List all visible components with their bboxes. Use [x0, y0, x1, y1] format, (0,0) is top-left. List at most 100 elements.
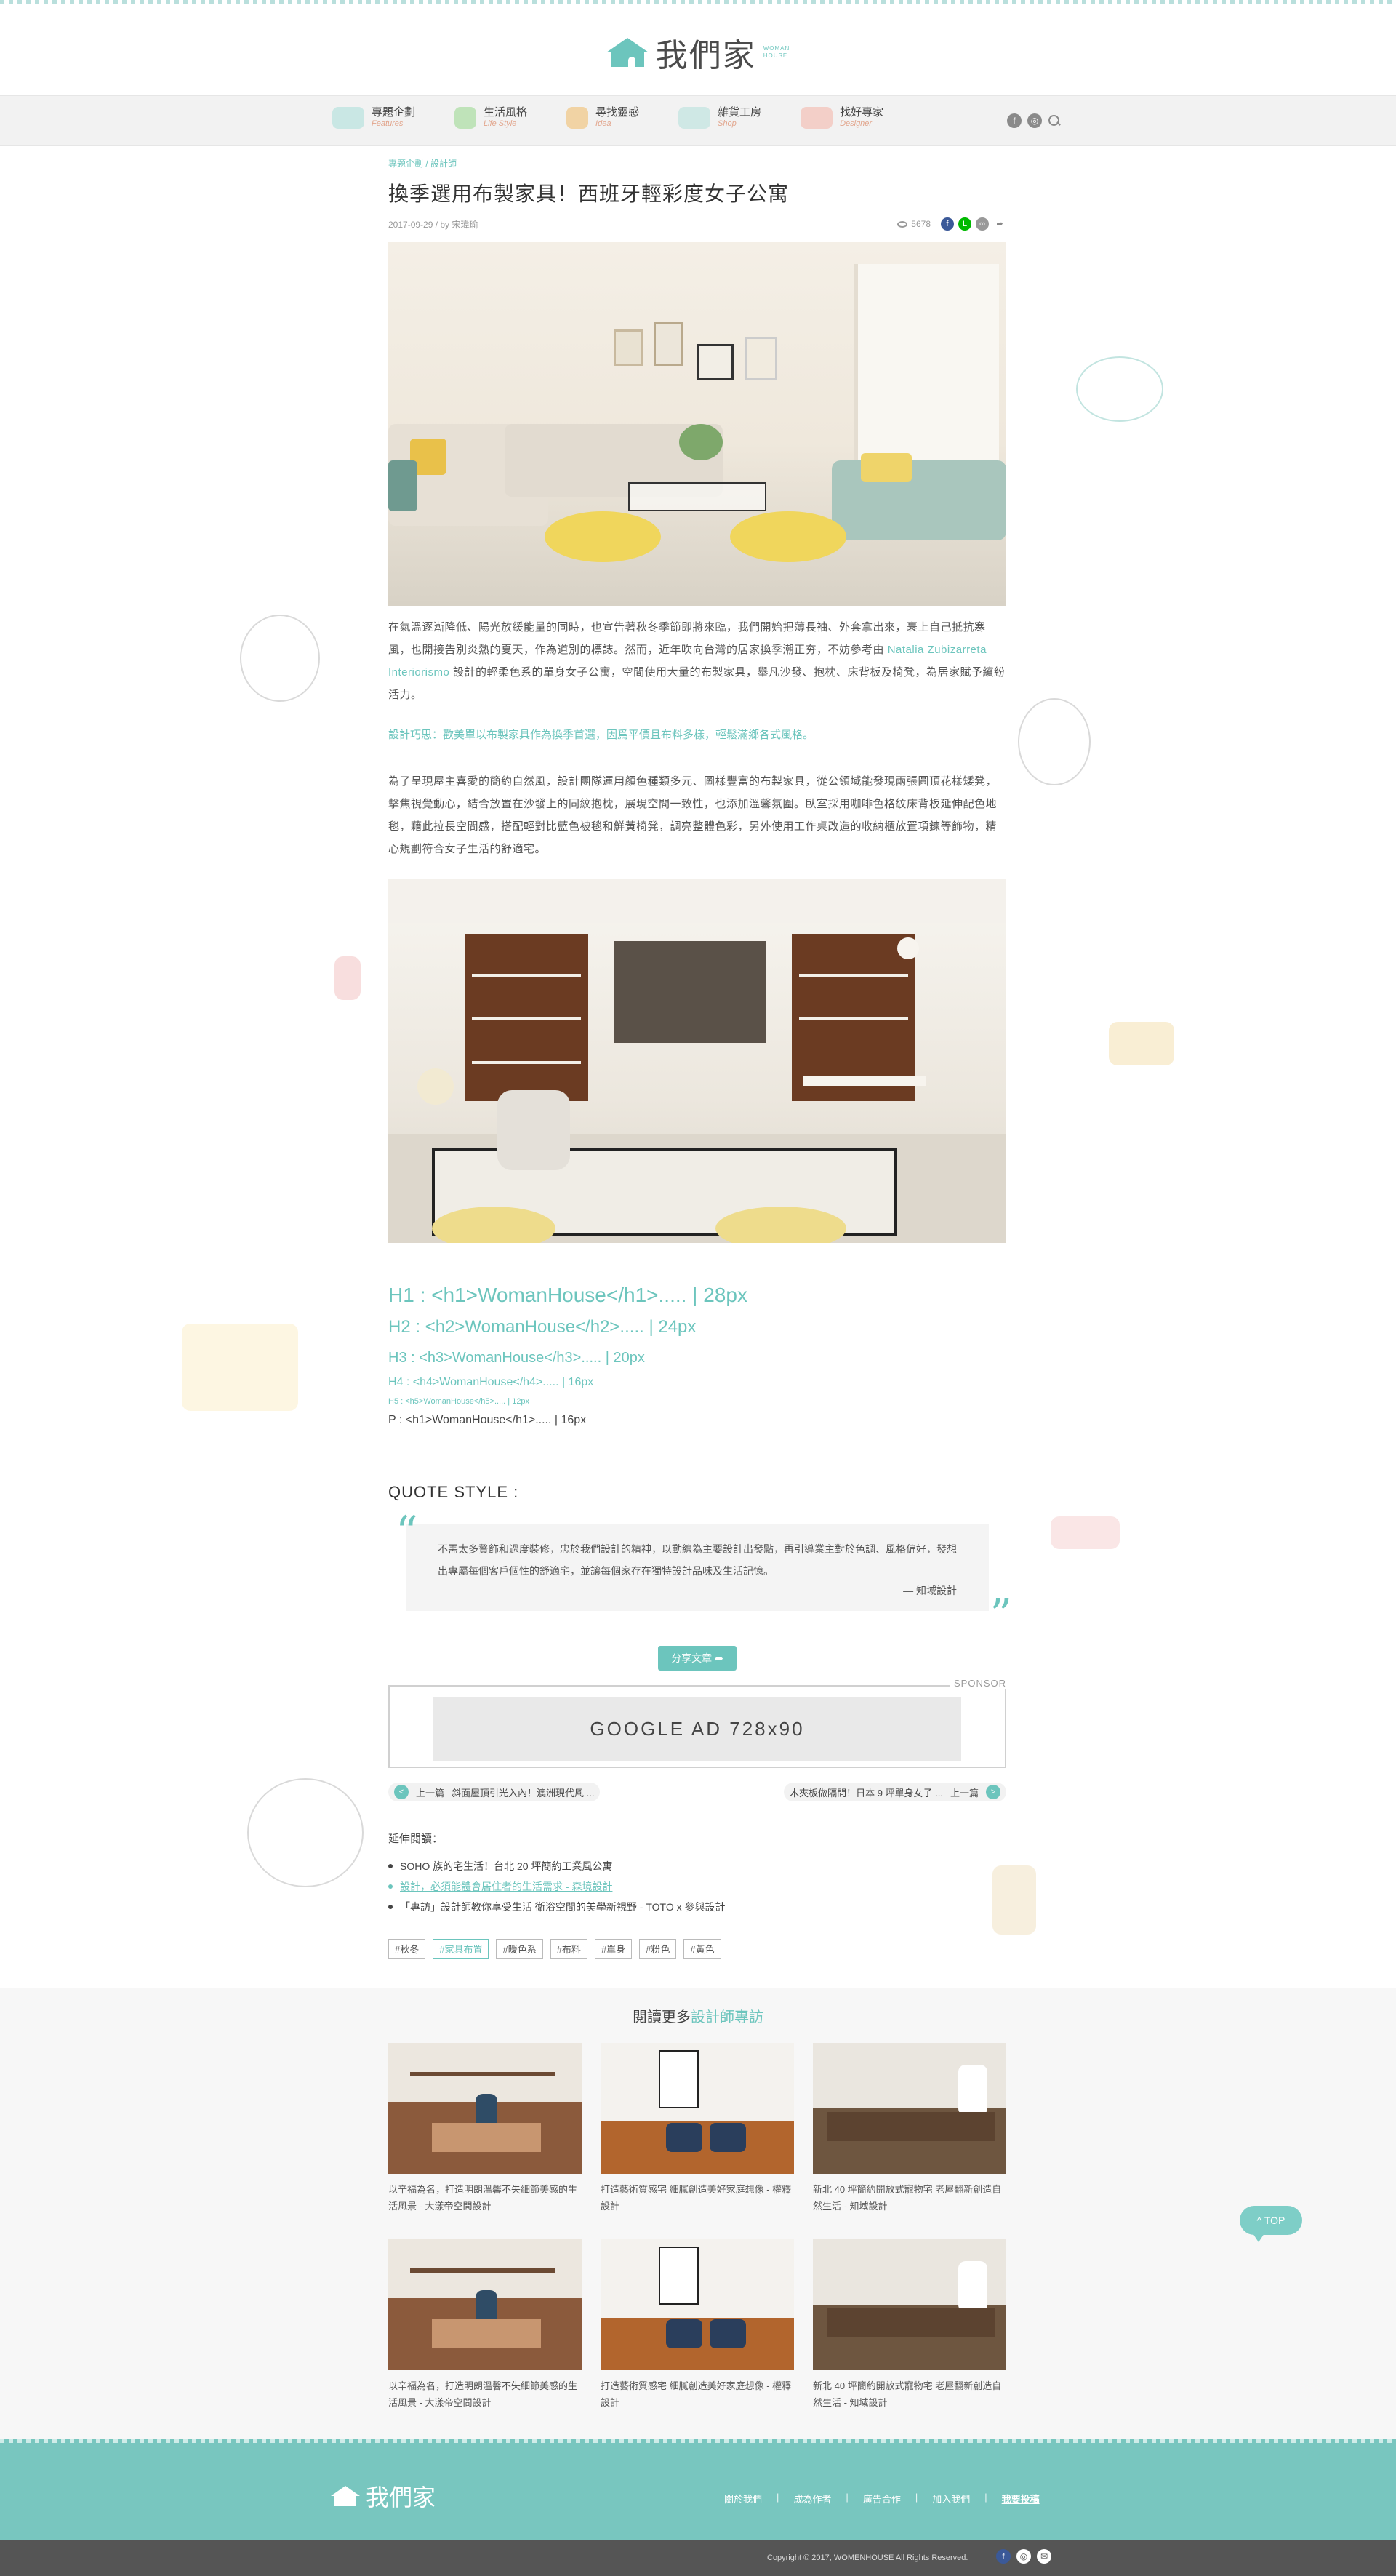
mirror-girl-doodle-icon: [240, 615, 320, 702]
article-card[interactable]: 以辛福為名，打造明朗溫馨不失細節美感的生活風景 - 大漾帝空間設計: [388, 2043, 582, 2215]
breadcrumb[interactable]: 專題企劃 / 設計師: [388, 157, 1006, 169]
nav-item-shop[interactable]: 雜貨工房 Shop: [678, 106, 761, 129]
h4-sample: H4 : <h4>WomanHouse</h4>..... | 16px: [388, 1376, 594, 1388]
tag[interactable]: #粉色: [639, 1939, 677, 1959]
footer-link-ads[interactable]: 廣告合作: [863, 2492, 901, 2505]
related-item[interactable]: 「專訪」設計師教你享受生活 衛浴空間的美學新視野 - TOTO x 參與設計: [388, 1897, 1006, 1917]
footer-links: 關於我們 | 成為作者 | 廣告合作 | 加入我們 | 我要投稿: [724, 2492, 1040, 2505]
share-arrow-icon: ➦: [715, 1652, 723, 1664]
h5-sample: H5 : <h5>WomanHouse</h5>..... | 12px: [388, 1397, 530, 1406]
share-article-button[interactable]: 分享文章 ➦: [658, 1646, 737, 1671]
magazine-icon: [332, 106, 364, 129]
footer-logo[interactable]: 我們家: [331, 2479, 436, 2513]
tag[interactable]: #家具布置: [433, 1939, 489, 1959]
instagram-icon[interactable]: ◎: [1027, 113, 1042, 128]
view-count: 5678: [897, 219, 931, 229]
h1-sample: H1 : <h1>WomanHouse</h1>..... | 28px: [388, 1284, 747, 1306]
card-thumbnail: [388, 2239, 582, 2370]
footer-stripe: [0, 2439, 1396, 2443]
design-tip: 設計巧思：歡美單以布製家具作為換季首選，因爲平價且布料多樣，輕鬆滿鄉各式風格。: [388, 729, 814, 741]
card-thumbnail: [813, 2043, 1006, 2174]
card-thumbnail: [601, 2239, 794, 2370]
girl-flowers-doodle-icon: [1018, 698, 1091, 785]
article-card[interactable]: 新北 40 坪簡約開放式寵物宅 老屋翻新創造自然生活 - 知域設計: [813, 2239, 1006, 2411]
tag[interactable]: #黃色: [683, 1939, 721, 1959]
tag[interactable]: #布料: [550, 1939, 587, 1959]
copyright-bar: Copyright © 2017, WOMENHOUSE All Rights …: [0, 2540, 1396, 2576]
more-designer-interviews: 閱讀更多設計師專訪 以辛福為名，打造明朗溫馨不失細節美感的生活風景 - 大漾帝空…: [0, 1988, 1396, 2439]
facebook-icon[interactable]: f: [996, 2549, 1011, 2564]
chevron-left-icon: <: [394, 1785, 409, 1799]
card-thumbnail: [813, 2239, 1006, 2370]
related-item[interactable]: 設計，必須能體會居住者的生活需求 - 森境設計: [388, 1876, 1006, 1897]
related-reading: 延伸閱讀： SOHO 族的宅生活！台北 20 坪簡約工業風公寓 設計，必須能體會…: [388, 1831, 1006, 1917]
article-card[interactable]: 以辛福為名，打造明朗溫馨不失細節美感的生活風景 - 大漾帝空間設計: [388, 2239, 582, 2411]
article-paragraph-1: 在氣溫逐漸降低、陽光放緩能量的同時，也宣告著秋冬季節即將來臨，我們開始把薄長袖、…: [388, 621, 1006, 701]
instagram-icon[interactable]: ◎: [1016, 2549, 1031, 2564]
tag[interactable]: #秋冬: [388, 1939, 426, 1959]
plant-icon: [454, 106, 477, 129]
house-logo-icon: [606, 38, 649, 67]
share-bar: 5678 f L ∞ ➦: [897, 217, 1006, 231]
footer-link-about[interactable]: 關於我們: [724, 2492, 762, 2505]
main-nav: 專題企劃 Features 生活風格 Life Style 尋找靈感 Idea 雜貨工…: [0, 95, 1396, 146]
search-icon[interactable]: [1048, 114, 1061, 127]
logo-subtitle: WOMAN HOUSE: [763, 45, 790, 59]
sponsor-label: SPONSOR: [949, 1678, 1006, 1689]
nav-item-designer[interactable]: 找好專家 Designer: [801, 106, 883, 129]
logo-text: 我們家: [655, 37, 756, 74]
facebook-icon[interactable]: f: [1007, 113, 1022, 128]
site-logo[interactable]: 我們家 WOMAN HOUSE: [606, 29, 790, 76]
slippers-icon: [678, 106, 711, 129]
chevron-right-icon: >: [986, 1785, 1000, 1799]
footer: 我們家 關於我們 | 成為作者 | 廣告合作 | 加入我們 | 我要投稿: [0, 2439, 1396, 2540]
article-title: 換季選用布製家具！西班牙輕彩度女子公寓: [388, 183, 790, 205]
teacup-doodle-icon: [1076, 356, 1163, 422]
line-icon[interactable]: L: [958, 217, 971, 231]
footer-link-author[interactable]: 成為作者: [793, 2492, 831, 2505]
article-card[interactable]: 打造藝術質感宅 細膩創造美好家庭想像 - 權釋設計: [601, 2239, 794, 2411]
article-paragraph-2: 為了呈現屋主喜愛的簡約自然風，設計團隊運用顏色種類多元、圖樣豐富的布製家具，從公…: [388, 775, 998, 855]
back-to-top-button[interactable]: ^ TOP: [1240, 2206, 1302, 2242]
article-photo-living-room: [388, 242, 1006, 606]
blockquote: “ 不需太多贅飾和過度裝修，忠於我們設計的精神，以動線為主要設計出發點，再引導業…: [396, 1511, 1012, 1637]
related-item[interactable]: SOHO 族的宅生活！台北 20 坪簡約工業風公寓: [388, 1856, 1006, 1876]
google-ad-slot[interactable]: GOOGLE AD 728x90: [433, 1697, 961, 1761]
books-doodle-icon: [1109, 1022, 1174, 1065]
article-photo-study: [388, 879, 1006, 1243]
email-icon[interactable]: ✉: [1037, 2549, 1051, 2564]
h3-sample: H3 : <h3>WomanHouse</h3>..... | 20px: [388, 1350, 645, 1366]
heading-style-samples: H1 : <h1>WomanHouse</h1>..... | 28px H2 …: [388, 1279, 1006, 1431]
share-icon[interactable]: ➦: [993, 217, 1006, 231]
jars-doodle-icon: [1051, 1516, 1120, 1549]
copyright-text: Copyright © 2017, WOMENHOUSE All Rights …: [767, 2553, 968, 2562]
card-thumbnail: [388, 2043, 582, 2174]
post-navigation: < 上一篇 斜面屋頂引光入內！澳洲現代風 ... 木夾板做隔間！日本 9 坪單身…: [388, 1783, 1006, 1801]
quote-author: — 知域設計: [903, 1585, 957, 1596]
next-post-link[interactable]: 木夾板做隔間！日本 9 坪單身女子 ... 上一篇 >: [784, 1783, 1006, 1801]
nav-item-features[interactable]: 專題企劃 Features: [332, 106, 415, 129]
article-card[interactable]: 新北 40 坪簡約開放式寵物宅 老屋翻新創造自然生活 - 知域設計: [813, 2043, 1006, 2215]
article: 專題企劃 / 設計師 換季選用布製家具！西班牙輕彩度女子公寓 2017-09-2…: [388, 157, 1012, 1959]
lamp-doodle-icon: [334, 956, 361, 1000]
tag[interactable]: #暖色系: [496, 1939, 543, 1959]
footer-link-join[interactable]: 加入我們: [932, 2492, 970, 2505]
related-heading: 延伸閱讀：: [388, 1833, 444, 1845]
prev-post-link[interactable]: < 上一篇 斜面屋頂引光入內！澳洲現代風 ...: [388, 1783, 601, 1801]
close-quote-icon: ”: [990, 1590, 1012, 1641]
footer-link-submit[interactable]: 我要投稿: [1002, 2492, 1040, 2505]
facebook-icon[interactable]: f: [941, 217, 954, 231]
girl-cat-doodle-icon: [247, 1778, 364, 1887]
cup-icon: [566, 106, 589, 129]
more-section-title: 閱讀更多設計師專訪: [633, 2009, 763, 2025]
article-card[interactable]: 打造藝術質感宅 細膩創造美好家庭想像 - 權釋設計: [601, 2043, 794, 2215]
footer-social: f ◎ ✉: [996, 2549, 1051, 2564]
nav-item-lifestyle[interactable]: 生活風格 Life Style: [454, 106, 527, 129]
tag[interactable]: #單身: [594, 1939, 633, 1959]
h2-sample: H2 : <h2>WomanHouse</h2>..... | 24px: [388, 1317, 697, 1337]
quote-text: 不需太多贅飾和過度裝修，忠於我們設計的精神，以動線為主要設計出發點，再引導業主對…: [438, 1543, 957, 1577]
nav-item-idea[interactable]: 尋找靈感 Idea: [566, 106, 639, 129]
sponsor-ad: SPONSOR GOOGLE AD 728x90: [388, 1678, 1006, 1768]
top-stripe: [0, 0, 1396, 4]
link-icon[interactable]: ∞: [976, 217, 989, 231]
